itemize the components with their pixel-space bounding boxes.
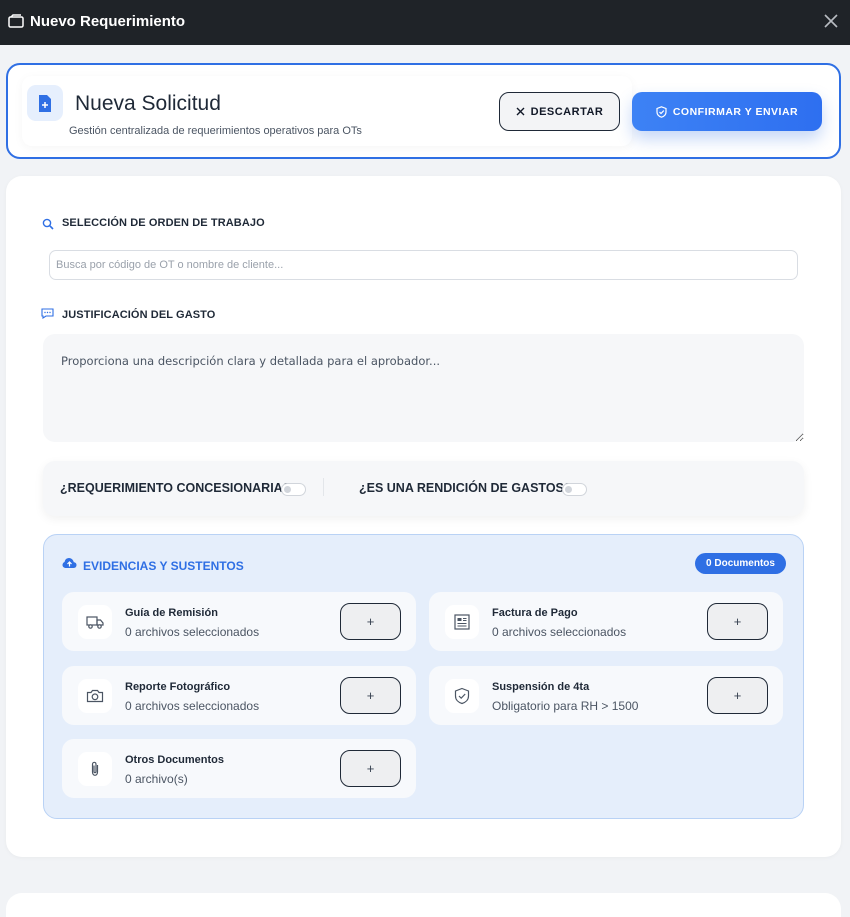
close-icon [516, 107, 525, 116]
add-file-button[interactable]: + [340, 750, 401, 787]
discard-button[interactable]: DESCARTAR [499, 92, 620, 131]
documents-count-badge: 0 Documentos [695, 553, 786, 574]
justification-textarea[interactable] [43, 334, 804, 442]
evidence-item-status: Obligatorio para RH > 1500 [492, 699, 639, 713]
confirm-button-label: CONFIRMAR Y ENVIAR [672, 105, 799, 118]
chat-bubble-icon [41, 308, 54, 319]
toggle-knob [284, 486, 291, 493]
evidence-item-title: Reporte Fotográfico [125, 681, 231, 693]
evidence-item-status: 0 archivos seleccionados [125, 699, 260, 713]
evidence-item-status: 0 archivo(s) [125, 772, 188, 786]
evidence-item-title: Guía de Remisión [125, 607, 218, 619]
work-order-search-input[interactable] [49, 250, 798, 280]
cloud-upload-icon [62, 558, 77, 568]
discard-button-label: DESCARTAR [530, 105, 604, 118]
work-order-label: SELECCIÓN DE ORDEN DE TRABAJO [62, 217, 265, 229]
header-card: Nueva Solicitud Gestión centralizada de … [6, 63, 841, 159]
justification-label: JUSTIFICACIÓN DEL GASTO [62, 309, 216, 321]
evidence-section: EVIDENCIAS Y SUSTENTOS 0 Documentos Guía… [43, 534, 804, 819]
toggle-knob [565, 486, 572, 493]
truck-icon [78, 605, 112, 639]
next-section-card [6, 893, 841, 917]
add-file-button[interactable]: + [707, 603, 768, 640]
new-document-icon [27, 85, 63, 121]
shield-check-icon [445, 679, 479, 713]
camera-icon [78, 679, 112, 713]
page-title: Nueva Solicitud [75, 92, 221, 115]
search-icon [42, 218, 54, 230]
evidence-item-status: 0 archivos seleccionados [492, 625, 627, 639]
invoice-icon [445, 605, 479, 639]
toggle-row: ¿REQUERIMIENTO CONCESIONARIA? ¿ES UNA RE… [43, 461, 804, 516]
confirm-send-button[interactable]: CONFIRMAR Y ENVIAR [632, 92, 822, 131]
add-file-button[interactable]: + [340, 677, 401, 714]
concessionaire-label: ¿REQUERIMIENTO CONCESIONARIA? [60, 481, 291, 495]
page-subtitle: Gestión centralizada de requerimientos o… [69, 125, 362, 137]
form-card: SELECCIÓN DE ORDEN DE TRABAJO JUSTIFICAC… [6, 176, 841, 857]
concessionaire-toggle[interactable] [281, 483, 306, 496]
evidence-title: EVIDENCIAS Y SUSTENTOS [83, 559, 244, 573]
add-file-button[interactable]: + [340, 603, 401, 640]
evidence-item-guia-remision: Guía de Remisión 0 archivos seleccionado… [62, 592, 416, 651]
evidence-item-title: Suspensión de 4ta [492, 681, 590, 693]
evidence-item-factura-pago: Factura de Pago 0 archivos seleccionados… [429, 592, 783, 651]
shield-check-icon [656, 105, 667, 118]
add-file-button[interactable]: + [707, 677, 768, 714]
window-icon [8, 14, 24, 28]
expense-report-toggle[interactable] [562, 483, 587, 496]
evidence-item-title: Otros Documentos [125, 754, 225, 766]
evidence-item-otros-documentos: Otros Documentos 0 archivo(s) + [62, 739, 416, 798]
window-title: Nuevo Requerimiento [30, 13, 186, 30]
evidence-item-title: Factura de Pago [492, 607, 578, 619]
toggle-divider [323, 478, 324, 496]
window-titlebar: Nuevo Requerimiento [0, 0, 850, 45]
evidence-item-status: 0 archivos seleccionados [125, 625, 260, 639]
evidence-item-reporte-fotografico: Reporte Fotográfico 0 archivos seleccion… [62, 666, 416, 725]
evidence-item-suspension-4ta: Suspensión de 4ta Obligatorio para RH > … [429, 666, 783, 725]
close-icon[interactable] [823, 13, 839, 29]
expense-report-label: ¿ES UNA RENDICIÓN DE GASTOS? [359, 481, 572, 495]
paperclip-icon [78, 752, 112, 786]
